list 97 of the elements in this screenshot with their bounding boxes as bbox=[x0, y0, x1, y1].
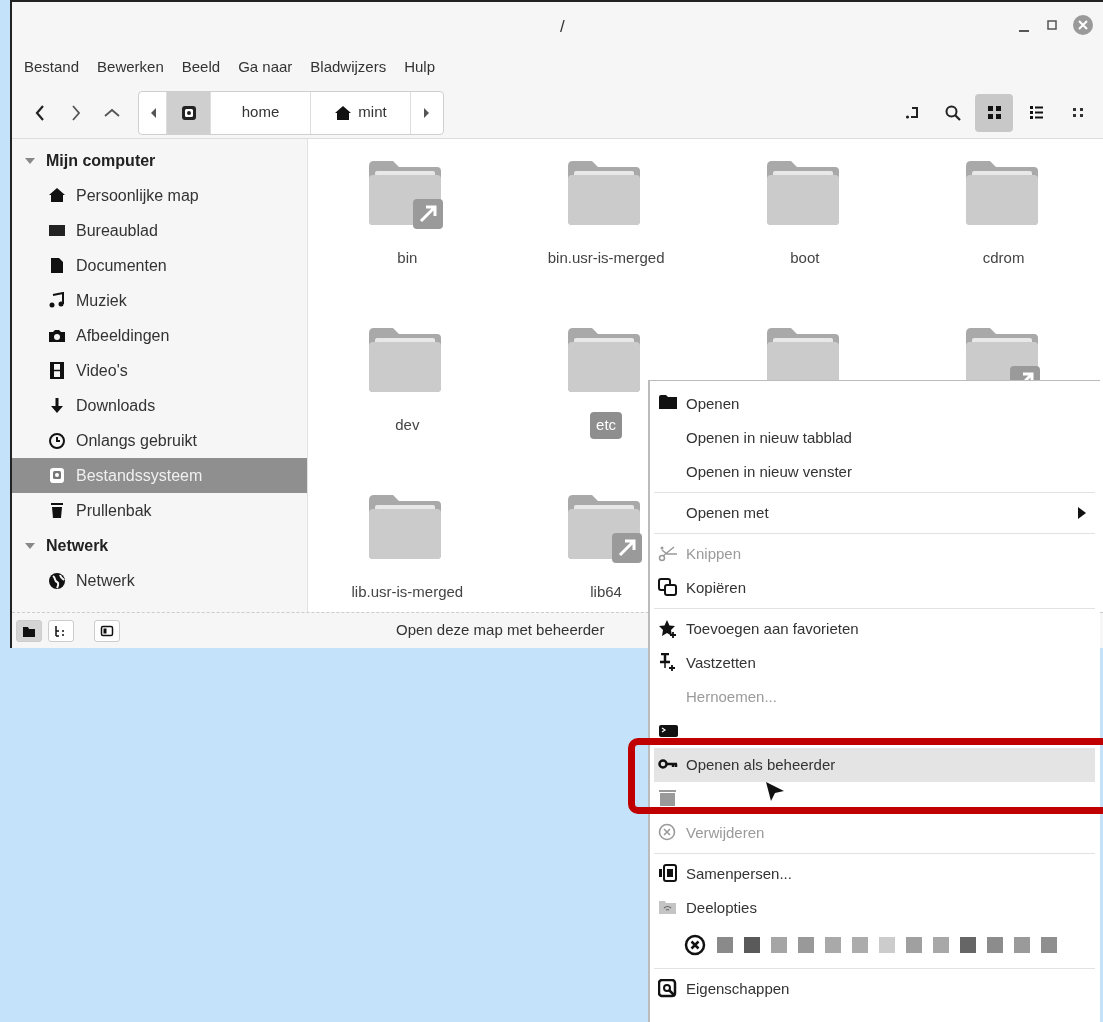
file-name[interactable]: bin bbox=[391, 245, 424, 272]
color-tag-swatch[interactable] bbox=[933, 937, 949, 953]
file-name[interactable]: dev bbox=[389, 412, 426, 439]
menu-item[interactable]: Eigenschappen bbox=[654, 972, 1095, 1006]
sidebar-toggle-button[interactable] bbox=[94, 619, 120, 642]
back-icon bbox=[35, 104, 45, 121]
copy-icon bbox=[658, 578, 678, 598]
color-tag-swatch[interactable] bbox=[879, 937, 895, 953]
close-button[interactable] bbox=[1073, 14, 1093, 35]
trash-icon bbox=[658, 789, 678, 809]
camera-icon bbox=[48, 327, 66, 344]
drive-icon bbox=[180, 104, 197, 121]
location-icon bbox=[905, 105, 921, 120]
menu-item[interactable]: Kopiëren bbox=[654, 571, 1095, 605]
color-tag-swatch[interactable] bbox=[717, 937, 733, 953]
sidebar-item[interactable]: Onlangs gebruikt bbox=[12, 423, 307, 458]
home-icon bbox=[48, 187, 66, 204]
symlink-folder-icon[interactable] bbox=[568, 495, 645, 565]
maximize-button[interactable] bbox=[1045, 17, 1059, 32]
file-name[interactable]: cdrom bbox=[976, 245, 1031, 272]
scissors-icon bbox=[658, 544, 678, 564]
menu-item[interactable]: Samenpersen... bbox=[654, 857, 1095, 891]
icon-view-button[interactable] bbox=[975, 93, 1013, 132]
close-icon bbox=[1078, 19, 1088, 30]
mouse-pointer-icon bbox=[764, 780, 786, 802]
delete-icon bbox=[658, 823, 678, 843]
sidebar-item[interactable]: Video's bbox=[12, 353, 307, 388]
color-tag-swatch[interactable] bbox=[852, 937, 868, 953]
sidebar-item[interactable]: Persoonlijke map bbox=[12, 178, 307, 213]
menu-item[interactable]: Vastzetten bbox=[654, 646, 1095, 680]
globe-icon bbox=[48, 572, 66, 589]
status-text: Open deze map met beheerder bbox=[396, 620, 605, 641]
right-triangle-icon bbox=[423, 106, 431, 119]
dots-grid-icon bbox=[1070, 105, 1086, 120]
menu-item[interactable]: Openen in nieuw tabblad bbox=[654, 421, 1095, 455]
menu-item[interactable]: Openen in nieuw venster bbox=[654, 455, 1095, 489]
file-name[interactable]: boot bbox=[784, 245, 826, 272]
sidebar-item[interactable]: Documenten bbox=[12, 248, 307, 283]
sidebar-item[interactable]: Afbeeldingen bbox=[12, 318, 307, 353]
properties-icon bbox=[658, 979, 678, 999]
sidebar-item[interactable]: Prullenbak bbox=[12, 493, 307, 528]
forward-icon bbox=[71, 104, 81, 121]
color-tag-swatch[interactable] bbox=[906, 937, 922, 953]
pin-plus-icon bbox=[658, 653, 678, 673]
sidebar-section-header[interactable]: Mijn computer bbox=[12, 143, 307, 178]
download-icon bbox=[48, 397, 66, 414]
sidebar-item[interactable]: Netwerk bbox=[12, 563, 307, 598]
trash-icon bbox=[48, 502, 66, 519]
menu-item[interactable]: Bestand bbox=[16, 51, 88, 83]
menu-item[interactable]: Openen met bbox=[654, 496, 1095, 530]
file-name[interactable]: lib.usr-is-merged bbox=[345, 579, 470, 606]
color-tag-swatch[interactable] bbox=[771, 937, 787, 953]
sidebar-item[interactable]: Downloads bbox=[12, 388, 307, 423]
film-icon bbox=[48, 362, 66, 379]
window-title: / bbox=[560, 16, 565, 38]
tree-view-button[interactable] bbox=[48, 619, 74, 642]
menu-item[interactable]: Bladwijzers bbox=[302, 51, 395, 83]
menu-item[interactable]: Bewerken bbox=[89, 51, 172, 83]
list-icon bbox=[1028, 105, 1044, 120]
up-icon bbox=[104, 107, 120, 118]
sidebar-section-header[interactable]: Netwerk bbox=[12, 528, 307, 563]
sidebar-item[interactable]: Muziek bbox=[12, 283, 307, 318]
color-tag-swatch[interactable] bbox=[960, 937, 976, 953]
maximize-icon bbox=[1047, 19, 1057, 30]
file-name[interactable]: lib64 bbox=[584, 579, 628, 606]
menu-item[interactable]: Openen bbox=[654, 387, 1095, 421]
color-tag-swatch[interactable] bbox=[825, 937, 841, 953]
symlink-folder-icon[interactable] bbox=[369, 161, 446, 231]
sidebar-icon bbox=[100, 623, 114, 638]
search-icon bbox=[945, 104, 961, 121]
menu-item[interactable]: Toevoegen aan favorieten bbox=[654, 612, 1095, 646]
minimize-icon bbox=[1019, 29, 1029, 32]
archive-icon bbox=[658, 864, 678, 884]
file-name[interactable]: bin.usr-is-merged bbox=[541, 245, 671, 272]
clear-tag-button[interactable] bbox=[684, 934, 706, 956]
menu-item[interactable]: Beeld bbox=[173, 51, 229, 83]
path-button[interactable] bbox=[167, 91, 211, 134]
document-icon bbox=[48, 257, 66, 274]
terminal-icon bbox=[658, 725, 678, 737]
drive-icon bbox=[48, 467, 66, 484]
home-icon bbox=[334, 104, 353, 121]
grid-icon bbox=[986, 105, 1002, 120]
color-tag-swatch[interactable] bbox=[1014, 937, 1030, 953]
menu-item[interactable]: Openen als beheerder bbox=[654, 748, 1095, 782]
color-tag-swatch[interactable] bbox=[987, 937, 1003, 953]
places-button[interactable] bbox=[16, 619, 42, 642]
color-tag-swatch[interactable] bbox=[744, 937, 760, 953]
menu-item[interactable]: Deelopties bbox=[654, 891, 1095, 925]
color-tag-swatch[interactable] bbox=[1041, 937, 1057, 953]
menu-item[interactable]: Ga naar bbox=[230, 51, 301, 83]
star-plus-icon bbox=[658, 619, 678, 639]
monitor-icon bbox=[48, 222, 66, 239]
menu-item[interactable]: Hulp bbox=[396, 51, 444, 83]
music-note-icon bbox=[48, 292, 66, 309]
sidebar-item[interactable]: Bureaublad bbox=[12, 213, 307, 248]
color-tag-swatch[interactable] bbox=[798, 937, 814, 953]
clock-icon bbox=[48, 432, 66, 449]
